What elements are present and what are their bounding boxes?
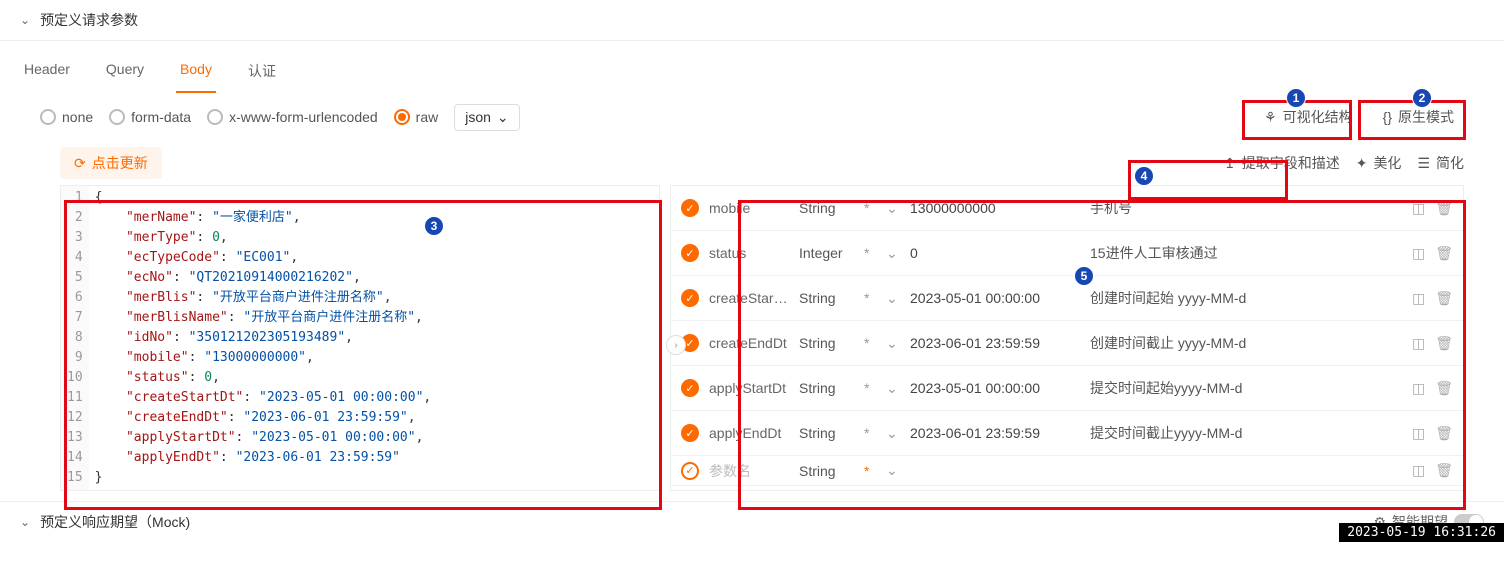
tab-query[interactable]: Query <box>102 53 148 93</box>
trash-icon[interactable]: 🗑 <box>1435 462 1453 479</box>
check-icon[interactable]: ✓ <box>681 462 699 480</box>
tab-body[interactable]: Body <box>176 53 216 93</box>
trash-icon[interactable]: 🗑 <box>1435 200 1453 217</box>
chevron-down-icon[interactable]: ⌄ <box>886 245 900 262</box>
timestamp: 2023-05-19 16:31:26 <box>1339 523 1504 542</box>
cube-icon[interactable]: ◫ <box>1412 462 1425 479</box>
cube-icon[interactable]: ◫ <box>1412 380 1425 397</box>
table-row: ✓ 参数名 String * ⌄ ◫🗑 <box>671 456 1463 486</box>
braces-icon: {} <box>1383 109 1392 125</box>
trash-icon[interactable]: 🗑 <box>1435 380 1453 397</box>
response-mock-header[interactable]: ⌄ 预定义响应期望（Mock) <box>20 512 190 532</box>
tree-icon: ⚘ <box>1264 109 1277 126</box>
refresh-icon: ⟳ <box>74 155 86 172</box>
params-table: ✓ mobile String * ⌄ 13000000000 手机号 ◫🗑 ✓… <box>670 185 1464 491</box>
chevron-down-icon[interactable]: ⌄ <box>886 462 900 479</box>
section-title: 预定义响应期望（Mock) <box>40 512 190 532</box>
radio-raw[interactable]: raw <box>394 109 439 125</box>
native-mode-btn[interactable]: {}原生模式 <box>1373 103 1464 131</box>
request-params-header[interactable]: ⌄ 预定义请求参数 <box>0 0 1504 41</box>
line-gutter: 123456789101112131415 <box>61 186 89 490</box>
cube-icon[interactable]: ◫ <box>1412 335 1425 352</box>
beautify-icon: ✦ <box>1356 155 1368 172</box>
chevron-down-icon[interactable]: ⌄ <box>886 290 900 307</box>
format-select[interactable]: json⌄ <box>454 104 519 131</box>
check-icon[interactable]: ✓ <box>681 379 699 397</box>
json-editor[interactable]: 123456789101112131415 { "merName": "一家便利… <box>60 185 660 491</box>
table-row: ✓ createStartDt String * ⌄ 2023-05-01 00… <box>671 276 1463 321</box>
chevron-down-icon[interactable]: ⌄ <box>886 335 900 352</box>
panel-resize-handle[interactable]: › <box>666 335 686 355</box>
trash-icon[interactable]: 🗑 <box>1435 335 1453 352</box>
radio-xwww[interactable]: x-www-form-urlencoded <box>207 109 378 125</box>
check-icon[interactable]: ✓ <box>681 244 699 262</box>
chevron-down-icon: ⌄ <box>20 13 30 27</box>
section-title: 预定义请求参数 <box>40 10 138 30</box>
chevron-down-icon[interactable]: ⌄ <box>886 425 900 442</box>
chevron-down-icon[interactable]: ⌄ <box>886 380 900 397</box>
radio-none[interactable]: none <box>40 109 93 125</box>
tab-header[interactable]: Header <box>20 53 74 93</box>
chevron-down-icon: ⌄ <box>497 109 509 126</box>
check-icon[interactable]: ✓ <box>681 199 699 217</box>
table-row: ✓ applyStartDt String * ⌄ 2023-05-01 00:… <box>671 366 1463 411</box>
trash-icon[interactable]: 🗑 <box>1435 290 1453 307</box>
code-body[interactable]: { "merName": "一家便利店", "merType": 0, "ecT… <box>89 186 659 490</box>
cube-icon[interactable]: ◫ <box>1412 245 1425 262</box>
check-icon[interactable]: ✓ <box>681 424 699 442</box>
extract-fields-btn[interactable]: ↥提取字段和描述 <box>1224 153 1340 173</box>
cube-icon[interactable]: ◫ <box>1412 425 1425 442</box>
trash-icon[interactable]: 🗑 <box>1435 245 1453 262</box>
tab-auth[interactable]: 认证 <box>244 53 280 93</box>
beautify-btn[interactable]: ✦美化 <box>1356 153 1402 173</box>
visual-structure-btn[interactable]: ⚘可视化结构 <box>1254 103 1363 131</box>
cube-icon[interactable]: ◫ <box>1412 200 1425 217</box>
table-row: ✓ mobile String * ⌄ 13000000000 手机号 ◫🗑 <box>671 186 1463 231</box>
radio-form-data[interactable]: form-data <box>109 109 191 125</box>
update-button[interactable]: ⟳点击更新 <box>60 147 162 179</box>
chevron-down-icon: ⌄ <box>20 515 30 529</box>
body-type-radios: none form-data x-www-form-urlencoded raw… <box>40 104 520 131</box>
check-icon[interactable]: ✓ <box>681 289 699 307</box>
trash-icon[interactable]: 🗑 <box>1435 425 1453 442</box>
cube-icon[interactable]: ◫ <box>1412 290 1425 307</box>
chevron-down-icon[interactable]: ⌄ <box>886 200 900 217</box>
body-tabs: Header Query Body 认证 <box>0 41 1504 93</box>
table-row: ✓ createEndDt String * ⌄ 2023-06-01 23:5… <box>671 321 1463 366</box>
table-row: ✓ status Integer * ⌄ 0 15进件人工审核通过 ◫🗑 <box>671 231 1463 276</box>
simplify-btn[interactable]: ☰简化 <box>1417 153 1464 173</box>
table-row: ✓ applyEndDt String * ⌄ 2023-06-01 23:59… <box>671 411 1463 456</box>
extract-icon: ↥ <box>1224 155 1236 172</box>
simplify-icon: ☰ <box>1417 155 1430 172</box>
